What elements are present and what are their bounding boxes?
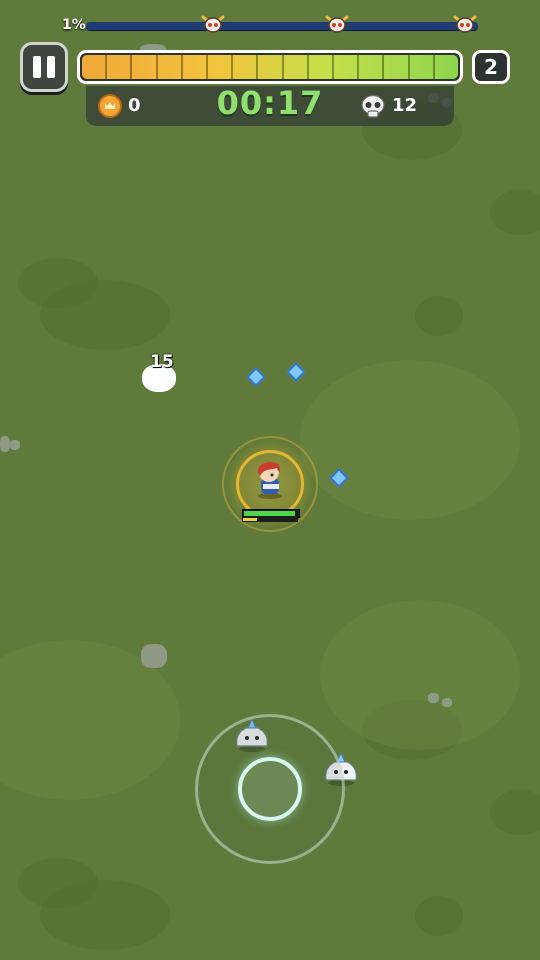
- experience-segment: [309, 55, 335, 79]
- experience-segment: [258, 55, 284, 79]
- stone: [141, 644, 167, 668]
- stone: [428, 693, 439, 703]
- grass-patch: [40, 880, 170, 950]
- pause-icon: [33, 56, 41, 78]
- experience-segment: [359, 55, 385, 79]
- stage-progress-bar: [86, 22, 478, 30]
- experience-bar: [77, 50, 463, 84]
- experience-segment: [284, 55, 309, 79]
- experience-segment: [132, 55, 158, 79]
- experience-segment: [384, 55, 410, 79]
- pause-button[interactable]: [20, 42, 68, 92]
- boss-skull-icon: [201, 15, 225, 33]
- grass-patch: [490, 190, 540, 235]
- grass-patch: [490, 790, 540, 835]
- experience-segment: [107, 55, 133, 79]
- stone: [0, 436, 10, 452]
- coin-count: 0: [128, 95, 141, 116]
- stage-progress-percent: 1%: [62, 17, 86, 33]
- hero-health-fill: [244, 511, 296, 516]
- grass-patch: [415, 296, 463, 336]
- experience-segment: [334, 55, 360, 79]
- skull-icon: [361, 94, 385, 118]
- hero-character: [257, 461, 282, 499]
- kill-count: 12: [392, 95, 418, 116]
- experience-segment: [233, 55, 259, 79]
- experience-segment: [208, 55, 234, 79]
- joystick-knob[interactable]: [238, 757, 302, 821]
- hero-charge-fill: [243, 518, 257, 521]
- level-indicator: 2: [472, 50, 510, 84]
- experience-segment: [82, 55, 108, 79]
- stone: [442, 698, 452, 707]
- pause-icon: [47, 56, 55, 78]
- grass-patch: [40, 280, 170, 350]
- experience-segment: [435, 55, 458, 79]
- grass-patch: [300, 360, 520, 520]
- hero-charge-bar: [242, 517, 298, 522]
- damage-number: 15: [150, 352, 174, 372]
- boss-skull-icon: [453, 15, 477, 33]
- grass-patch: [415, 896, 463, 936]
- stone: [10, 440, 20, 450]
- experience-segment: [410, 55, 435, 79]
- boss-skull-icon: [325, 15, 349, 33]
- crown-coin-icon: [98, 94, 122, 118]
- grass-patch: [320, 600, 520, 750]
- survival-timer: 00:17: [216, 84, 324, 122]
- experience-segment: [158, 55, 183, 79]
- experience-segment: [183, 55, 209, 79]
- experience-segments: [82, 55, 458, 79]
